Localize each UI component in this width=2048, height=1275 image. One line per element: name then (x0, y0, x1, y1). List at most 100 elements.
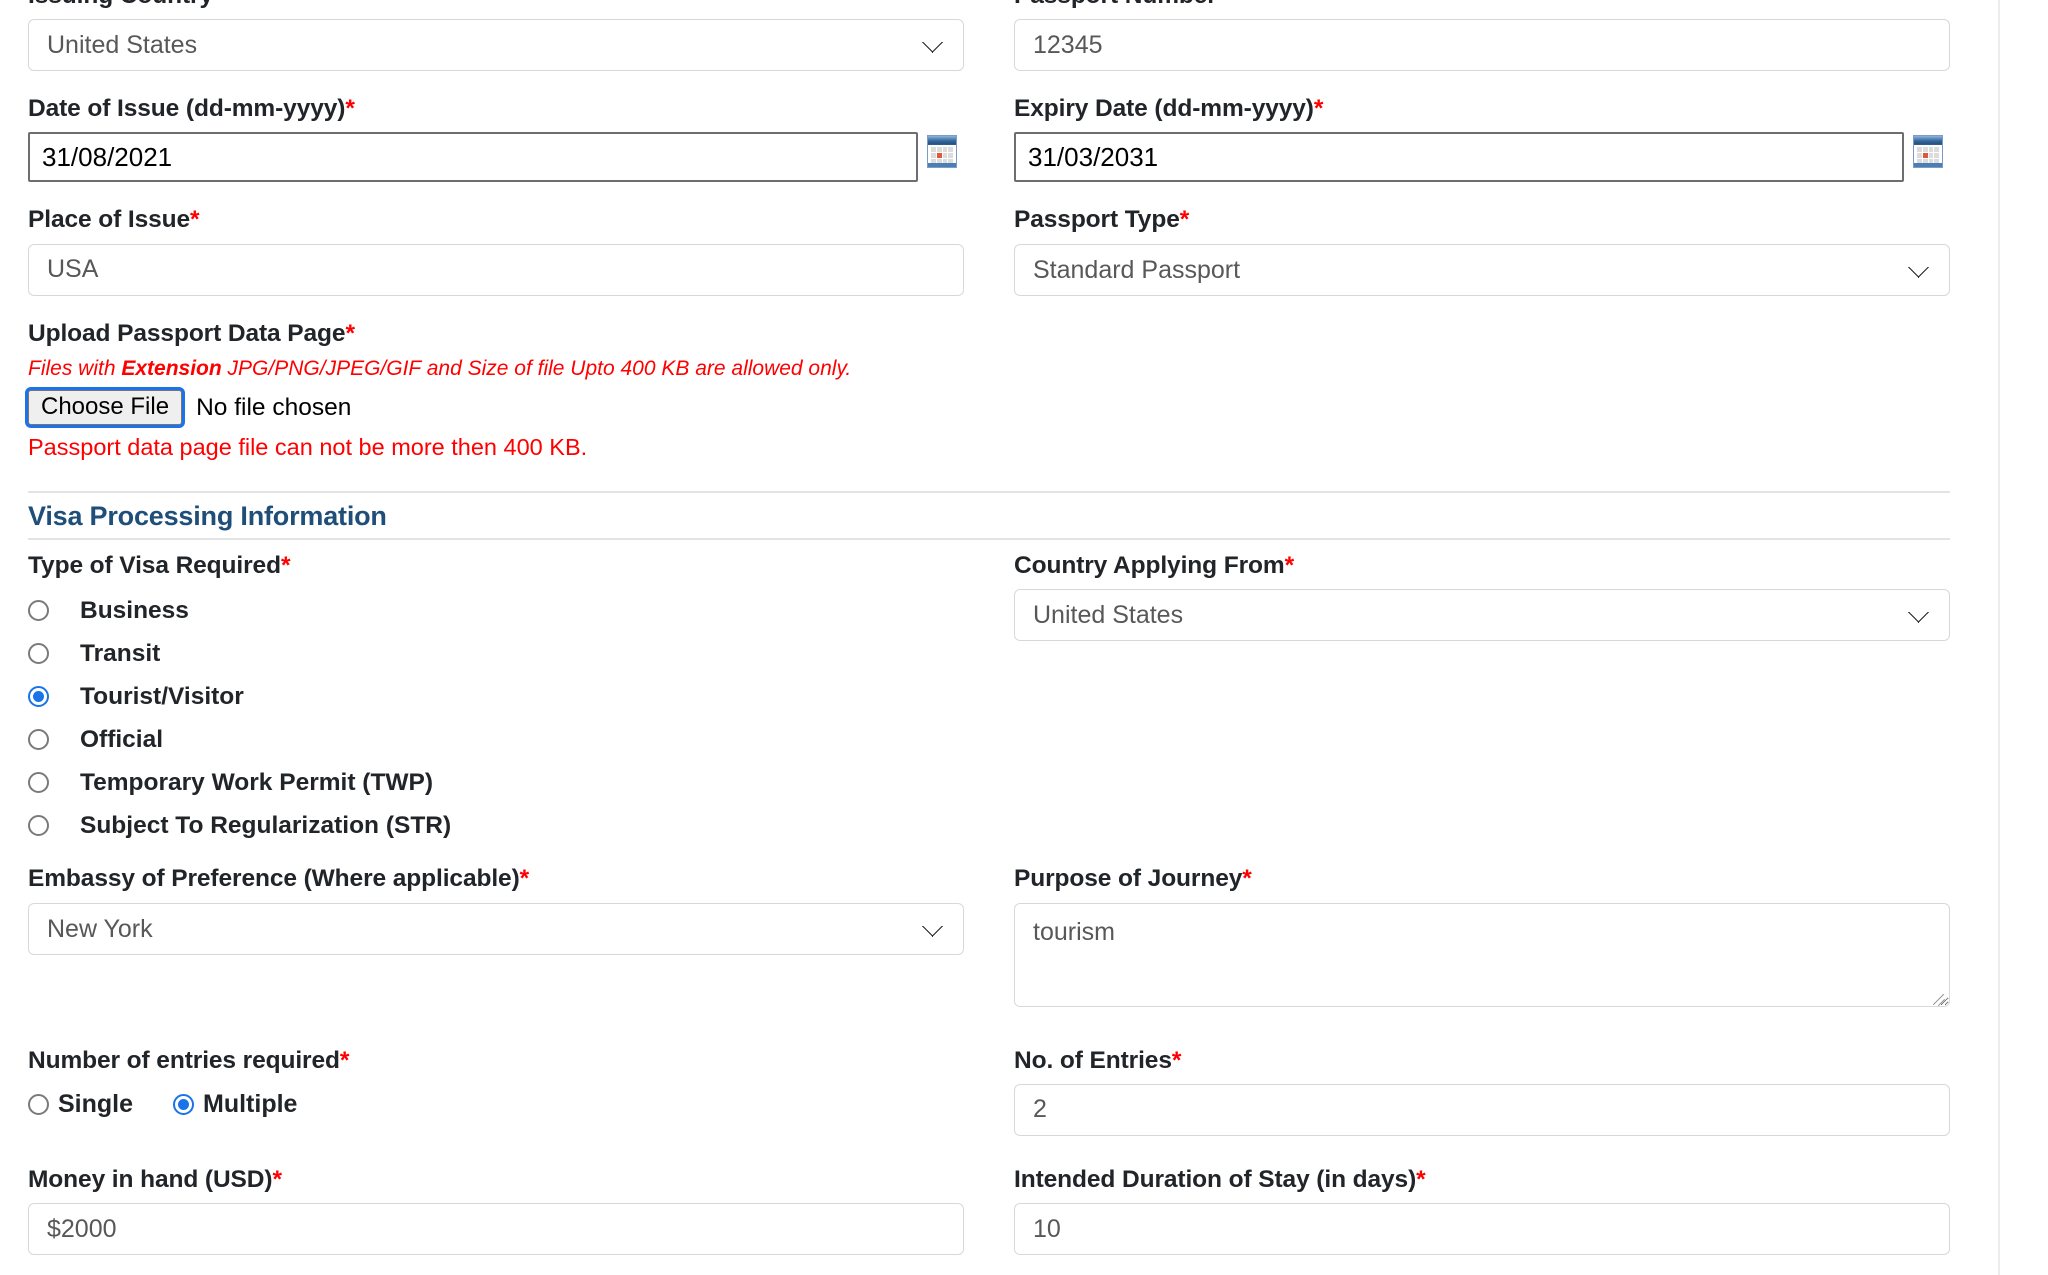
field-intended-duration-of-stay: Intended Duration of Stay (in days)* (1014, 1166, 1950, 1255)
hint-prefix: Files with (28, 356, 122, 380)
issuing-country-select[interactable]: United States (28, 19, 964, 72)
passport-number-input[interactable] (1014, 19, 1950, 72)
radio-option-business[interactable]: Business (28, 589, 964, 632)
required-marker: * (1179, 206, 1190, 234)
radio-button[interactable] (28, 815, 49, 837)
required-marker: * (345, 319, 355, 347)
radio-button[interactable] (28, 600, 49, 622)
radio-button-single[interactable] (28, 1094, 49, 1116)
label-purpose-of-journey: Purpose of Journey* (1014, 865, 1950, 893)
passport-type-select[interactable]: Standard Passport (1014, 243, 1950, 296)
calendar-cell (1934, 153, 1939, 158)
label-passport-number: Passport Number* (1014, 0, 1950, 10)
field-number-of-entries-required: Number of entries required* Single Multi… (28, 1047, 964, 1136)
calendar-cell (936, 147, 942, 152)
label-text: Money in hand (USD) (28, 1165, 273, 1193)
choose-file-button[interactable]: Choose File (28, 390, 183, 426)
embassy-select[interactable]: New York (28, 902, 964, 955)
visa-application-form: Issuing Country* United States Passport … (28, 0, 1950, 1255)
section-title-visa-processing: Visa Processing Information (28, 500, 387, 531)
intended-duration-of-stay-input[interactable] (1014, 1203, 1950, 1255)
field-type-of-visa-required: Type of Visa Required* Business Transit … (28, 552, 964, 847)
label-text: Purpose of Journey (1014, 865, 1243, 893)
no-of-entries-input[interactable] (1014, 1083, 1950, 1136)
form-row-visa-type: Type of Visa Required* Business Transit … (28, 552, 1950, 847)
form-page: Issuing Country* United States Passport … (0, 0, 2000, 1275)
required-marker: * (519, 865, 530, 893)
required-marker: * (190, 206, 200, 234)
radio-option-subject-to-regularization[interactable]: Subject To Regularization (STR) (28, 804, 964, 847)
radio-button-multiple-selected[interactable] (173, 1094, 195, 1116)
calendar-cell (1917, 153, 1922, 158)
radio-option-tourist-visitor[interactable]: Tourist/Visitor (28, 675, 964, 718)
country-applying-from-select[interactable]: United States (1014, 589, 1950, 642)
expiry-date-group (1014, 132, 1950, 183)
required-marker: * (1313, 95, 1324, 123)
field-place-of-issue: Place of Issue* (28, 206, 964, 296)
label-type-of-visa-required: Type of Visa Required* (28, 552, 964, 580)
upload-error-message: Passport data page file can not be more … (28, 433, 588, 460)
radio-button[interactable] (28, 729, 49, 751)
field-money-in-hand: Money in hand (USD)* (28, 1166, 964, 1255)
calendar-cell (948, 153, 953, 158)
radio-button-selected[interactable] (28, 686, 49, 708)
upload-hint: Files with Extension JPG/PNG/JPEG/GIF an… (28, 357, 1950, 380)
radio-label: Transit (80, 639, 161, 667)
radio-option-temporary-work-permit[interactable]: Temporary Work Permit (TWP) (28, 761, 964, 804)
field-passport-number: Passport Number* (1014, 0, 1950, 72)
visa-type-radio-group: Business Transit Tourist/Visitor Officia… (28, 589, 964, 847)
field-country-applying-from: Country Applying From* United States (1014, 552, 1950, 847)
calendar-cell-today (936, 153, 942, 158)
label-embassy-of-preference: Embassy of Preference (Where applicable)… (28, 865, 964, 893)
purpose-of-journey-wrapper: tourism (1014, 902, 1950, 1007)
calendar-icon[interactable] (1913, 135, 1943, 169)
label-intended-duration-of-stay: Intended Duration of Stay (in days)* (1014, 1166, 1950, 1194)
calendar-icon-footer (1914, 163, 1942, 168)
money-in-hand-input[interactable] (28, 1203, 964, 1255)
form-row-issuing-country: Issuing Country* United States Passport … (28, 0, 1950, 72)
calendar-cell (931, 153, 936, 158)
radio-label: Tourist/Visitor (80, 682, 244, 710)
label-text: Number of entries required (28, 1046, 340, 1074)
radio-option-official[interactable]: Official (28, 718, 964, 761)
radio-button[interactable] (28, 643, 49, 665)
calendar-cell (1928, 147, 1934, 152)
purpose-of-journey-textarea[interactable]: tourism (1014, 902, 1950, 1007)
required-marker: * (345, 95, 355, 123)
label-money-in-hand: Money in hand (USD)* (28, 1166, 964, 1194)
calendar-icon[interactable] (927, 135, 957, 169)
label-country-applying-from: Country Applying From* (1014, 552, 1950, 580)
label-upload-passport-data-page: Upload Passport Data Page* (28, 320, 1950, 348)
field-expiry-date: Expiry Date (dd-mm-yyyy)* (1014, 95, 1950, 183)
form-row-place-type: Place of Issue* Passport Type* Standard … (28, 206, 1950, 296)
radio-button[interactable] (28, 772, 49, 794)
calendar-icon-header (1914, 136, 1942, 146)
hint-bold: Extension (121, 356, 222, 380)
field-issuing-country: Issuing Country* United States (28, 0, 964, 72)
calendar-cell (942, 153, 948, 158)
required-marker: * (339, 1046, 350, 1074)
label-text: Passport Type (1014, 206, 1180, 234)
expiry-date-input[interactable] (1014, 132, 1904, 183)
place-of-issue-input[interactable] (28, 243, 964, 296)
form-row-embassy-purpose: Embassy of Preference (Where applicable)… (28, 865, 1950, 1007)
calendar-icon-header (928, 136, 956, 146)
calendar-icon-grid (930, 146, 954, 165)
date-of-issue-input[interactable] (28, 132, 918, 183)
label-date-of-issue: Date of Issue (dd-mm-yyyy)* (28, 95, 964, 123)
calendar-cell (948, 147, 953, 152)
radio-label: Temporary Work Permit (TWP) (80, 768, 434, 796)
file-status-text: No file chosen (196, 393, 352, 421)
label-passport-type: Passport Type* (1014, 206, 1950, 234)
label-issuing-country: Issuing Country* (28, 0, 964, 10)
label-text: Embassy of Preference (Where applicable) (28, 865, 520, 893)
required-marker: * (213, 0, 223, 9)
form-row-upload: Upload Passport Data Page* Files with Ex… (28, 320, 1950, 461)
radio-label: Multiple (203, 1090, 298, 1119)
label-text: Date of Issue (dd-mm-yyyy) (28, 95, 346, 123)
label-text: Place of Issue (28, 206, 191, 234)
radio-option-transit[interactable]: Transit (28, 632, 964, 675)
required-marker: * (280, 552, 291, 580)
form-row-money-duration: Money in hand (USD)* Intended Duration o… (28, 1166, 1950, 1255)
radio-label: Single (58, 1090, 134, 1119)
